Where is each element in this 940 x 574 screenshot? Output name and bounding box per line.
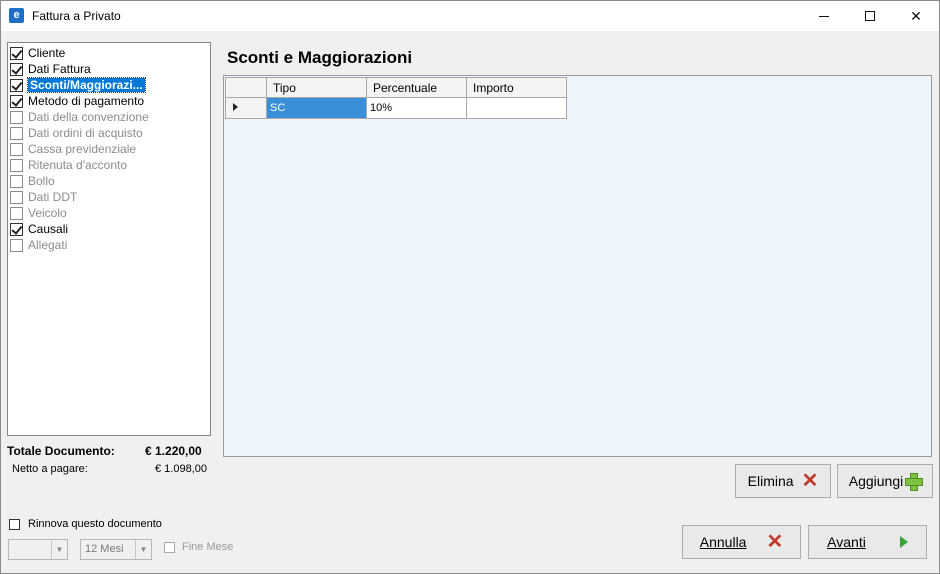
- step-checkbox[interactable]: [10, 46, 23, 60]
- minimize-button[interactable]: [801, 1, 847, 31]
- next-arrow-icon: [899, 536, 908, 548]
- close-button[interactable]: ✕: [893, 1, 939, 31]
- step-checkbox[interactable]: [10, 94, 23, 108]
- column-header-tipo[interactable]: Tipo: [266, 77, 367, 98]
- chevron-down-icon[interactable]: ▼: [135, 540, 151, 559]
- close-icon: ✕: [910, 7, 922, 24]
- renew-checkbox[interactable]: [9, 518, 20, 530]
- step-label: Metodo di pagamento: [28, 94, 145, 108]
- window-title: Fattura a Privato: [32, 9, 121, 23]
- cancel-x-icon: ✕: [766, 531, 784, 553]
- add-plus-icon: [905, 473, 924, 491]
- cell-tipo[interactable]: SC: [266, 97, 367, 119]
- app-logo-icon: e: [9, 8, 24, 23]
- cancel-label: Annulla: [699, 534, 747, 550]
- step-label: Dati Fattura: [28, 62, 91, 76]
- step-veicolo[interactable]: Veicolo: [10, 205, 67, 221]
- next-button[interactable]: Avanti: [808, 525, 927, 559]
- row-header-corner: [225, 77, 267, 98]
- cell-importo[interactable]: [466, 97, 567, 119]
- net-to-pay-value: € 1.098,00: [155, 463, 207, 475]
- renew-interval-combo[interactable]: ▼: [8, 539, 68, 560]
- step-cassa-previdenziale[interactable]: Cassa previdenziale: [10, 141, 136, 157]
- discounts-grid[interactable]: Tipo Percentuale Importo SC 10%: [223, 75, 932, 457]
- step-label: Sconti/Maggiorazi...: [27, 77, 146, 93]
- delete-x-icon: ✕: [801, 470, 819, 492]
- minimize-icon: [819, 15, 829, 17]
- current-row-icon: [233, 103, 238, 111]
- step-label: Causali: [28, 222, 69, 236]
- cancel-button[interactable]: Annulla ✕: [682, 525, 801, 559]
- step-allegati[interactable]: Allegati: [10, 237, 67, 253]
- column-header-importo[interactable]: Importo: [466, 77, 567, 98]
- renew-period-combo[interactable]: 12 Mesi ▼: [80, 539, 152, 560]
- next-label: Avanti: [827, 534, 866, 550]
- step-bollo[interactable]: Bollo: [10, 173, 55, 189]
- delete-label: Elimina: [747, 473, 794, 489]
- step-cliente[interactable]: Cliente: [10, 45, 65, 61]
- row-selector[interactable]: [225, 97, 267, 119]
- table-row[interactable]: SC 10%: [225, 97, 567, 119]
- title-bar: e Fattura a Privato ✕: [1, 1, 939, 31]
- step-sconti-maggiorazioni[interactable]: Sconti/Maggiorazi...: [10, 77, 146, 93]
- step-metodo-pagamento[interactable]: Metodo di pagamento: [10, 93, 144, 109]
- section-title: Sconti e Maggiorazioni: [227, 48, 413, 67]
- total-document-value: € 1.220,00: [145, 444, 202, 458]
- step-causali[interactable]: Causali: [10, 221, 68, 237]
- chevron-down-icon[interactable]: ▼: [51, 540, 67, 559]
- step-label: Allegati: [28, 238, 68, 252]
- step-label: Bollo: [28, 174, 55, 188]
- step-checkbox[interactable]: [10, 126, 23, 140]
- net-to-pay-label: Netto a pagare:: [12, 463, 88, 475]
- step-dati-ordini-acquisto[interactable]: Dati ordini di acquisto: [10, 125, 143, 141]
- step-dati-fattura[interactable]: Dati Fattura: [10, 61, 91, 77]
- renew-document-option[interactable]: Rinnova questo documento: [9, 518, 162, 530]
- step-checkbox[interactable]: [10, 158, 23, 172]
- step-checkbox[interactable]: [10, 78, 23, 92]
- step-checkbox[interactable]: [10, 174, 23, 188]
- combo-value: 12 Mesi: [85, 543, 124, 555]
- step-checkbox[interactable]: [10, 238, 23, 252]
- renew-label: Rinnova questo documento: [28, 518, 162, 530]
- step-label: Dati ordini di acquisto: [28, 126, 143, 140]
- maximize-icon: [865, 11, 875, 21]
- fine-mese-option[interactable]: Fine Mese: [164, 541, 233, 553]
- step-checkbox[interactable]: [10, 190, 23, 204]
- step-checkbox[interactable]: [10, 110, 23, 124]
- step-checkbox[interactable]: [10, 62, 23, 76]
- step-label: Dati DDT: [28, 190, 78, 204]
- delete-button[interactable]: Elimina ✕: [735, 464, 831, 498]
- step-ritenuta-acconto[interactable]: Ritenuta d'acconto: [10, 157, 127, 173]
- steps-list: Cliente Dati Fattura Sconti/Maggiorazi..…: [7, 42, 211, 436]
- step-label: Veicolo: [28, 206, 67, 220]
- maximize-button[interactable]: [847, 1, 893, 31]
- step-dati-convenzione[interactable]: Dati della convenzione: [10, 109, 149, 125]
- step-checkbox[interactable]: [10, 142, 23, 156]
- step-dati-ddt[interactable]: Dati DDT: [10, 189, 77, 205]
- step-label: Cassa previdenziale: [28, 142, 137, 156]
- step-checkbox[interactable]: [10, 206, 23, 220]
- cell-percentuale[interactable]: 10%: [366, 97, 467, 119]
- total-document-label: Totale Documento:: [7, 444, 115, 458]
- step-label: Dati della convenzione: [28, 110, 149, 124]
- step-label: Ritenuta d'acconto: [28, 158, 128, 172]
- dialog-window: e Fattura a Privato ✕ Cliente Dati Fattu…: [0, 0, 940, 574]
- step-checkbox[interactable]: [10, 222, 23, 236]
- fine-mese-checkbox[interactable]: [164, 541, 175, 553]
- step-label: Cliente: [28, 46, 66, 60]
- grid-header-row: Tipo Percentuale Importo: [225, 77, 567, 98]
- add-label: Aggiungi: [848, 473, 904, 489]
- column-header-percentuale[interactable]: Percentuale: [366, 77, 467, 98]
- add-button[interactable]: Aggiungi: [837, 464, 933, 498]
- discounts-table: Tipo Percentuale Importo SC 10%: [225, 77, 567, 119]
- fine-mese-label: Fine Mese: [182, 541, 234, 553]
